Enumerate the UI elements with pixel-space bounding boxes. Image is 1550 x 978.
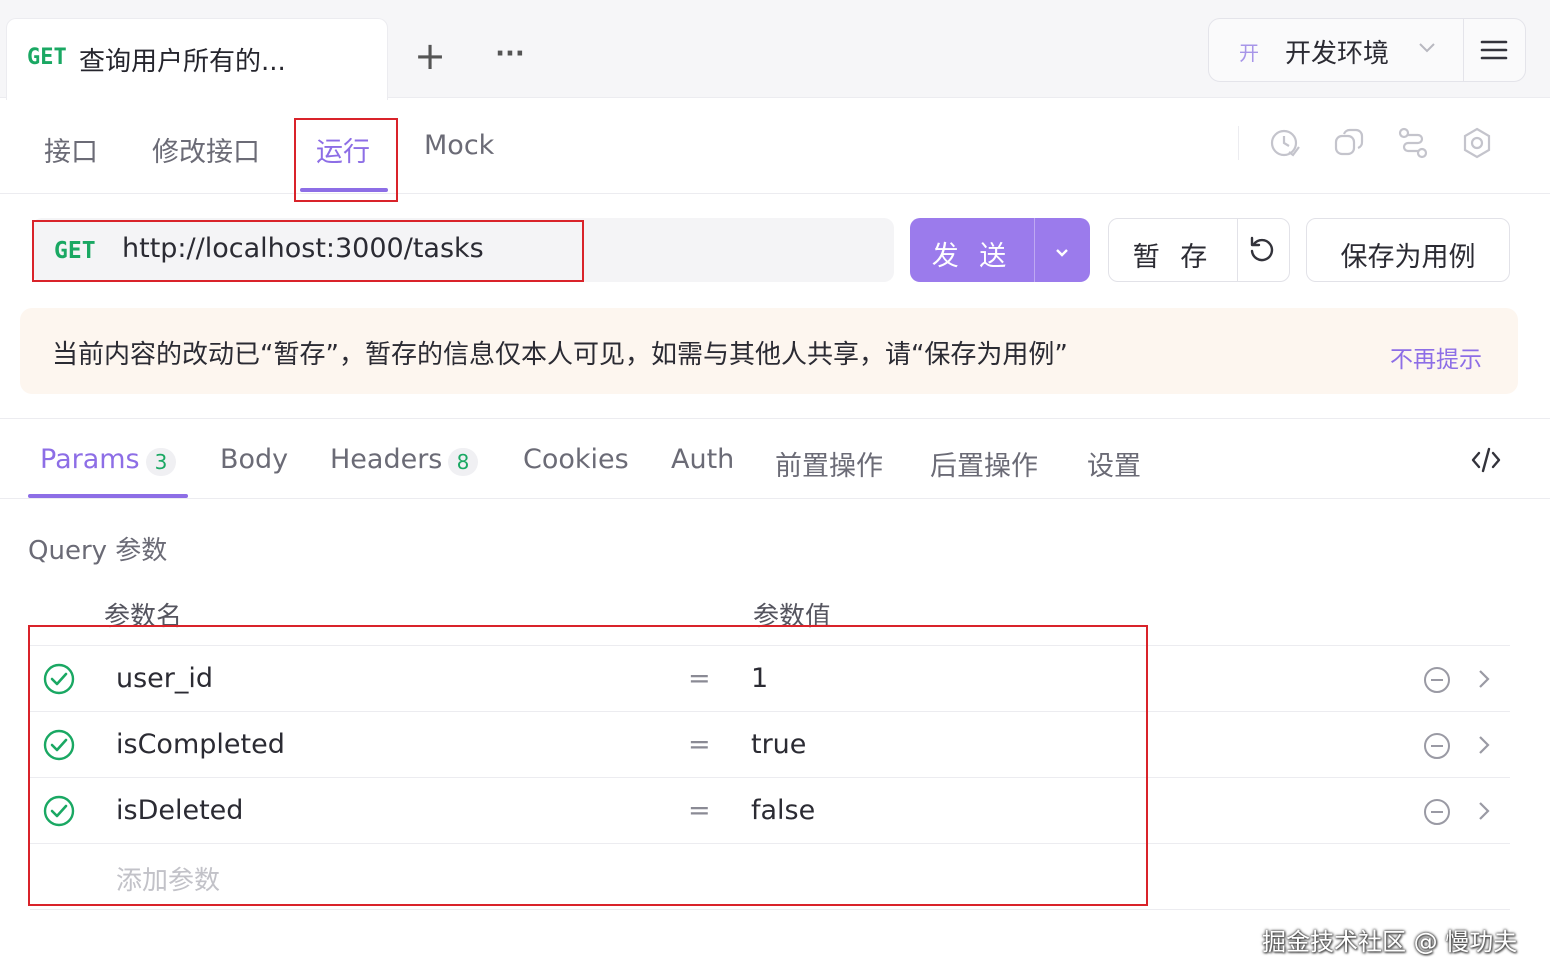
- minus-circle-icon[interactable]: [1423, 732, 1451, 760]
- column-header-value: 参数值: [753, 602, 832, 632]
- reload-icon[interactable]: [1247, 235, 1277, 265]
- save-as-case-label: 保存为用例: [1340, 242, 1476, 273]
- check-circle-icon[interactable]: [42, 794, 76, 828]
- tab-cookies[interactable]: Cookies: [523, 444, 629, 475]
- equals-sign: =: [688, 795, 711, 826]
- param-value[interactable]: 1: [751, 663, 768, 694]
- request-tab[interactable]: GET 查询用户所有的...: [6, 18, 388, 100]
- equals-sign: =: [688, 729, 711, 760]
- tab-body[interactable]: Body: [220, 444, 288, 475]
- url-input-bar[interactable]: GET http://localhost:3000/tasks: [32, 218, 894, 282]
- save-as-case-button[interactable]: 保存为用例: [1306, 218, 1510, 282]
- divider: [1463, 19, 1464, 81]
- tab-mock[interactable]: Mock: [424, 130, 494, 161]
- request-tab-method: GET: [27, 45, 67, 70]
- check-circle-icon[interactable]: [42, 662, 76, 696]
- tab-params[interactable]: Params: [40, 444, 140, 475]
- divider: [0, 498, 1550, 499]
- request-tab-bar: GET 查询用户所有的... + ··· 开 开发环境: [0, 0, 1550, 100]
- add-param-input[interactable]: 添加参数: [116, 860, 220, 897]
- param-name[interactable]: isDeleted: [116, 795, 243, 826]
- check-circle-icon[interactable]: [42, 728, 76, 762]
- equals-sign: =: [688, 663, 711, 694]
- tab-interface[interactable]: 接口: [44, 130, 98, 169]
- add-param-row: [30, 844, 1510, 910]
- chevron-down-icon: [1419, 43, 1435, 53]
- table-row: user_id = 1: [30, 646, 1510, 712]
- divider: [1237, 219, 1238, 281]
- headers-count-badge: 8: [448, 448, 478, 476]
- notice-message: 当前内容的改动已“暂存”，暂存的信息仅本人可见，如需与其他人共享，请“保存为用例…: [52, 340, 1068, 370]
- tab-pre-processors[interactable]: 前置操作: [775, 444, 883, 483]
- param-value[interactable]: true: [751, 729, 806, 760]
- param-name[interactable]: user_id: [116, 663, 213, 694]
- chevron-right-icon[interactable]: [1474, 798, 1494, 824]
- tab-edit-interface[interactable]: 修改接口: [152, 130, 260, 169]
- chevron-right-icon[interactable]: [1474, 666, 1494, 692]
- tab-headers[interactable]: Headers: [330, 444, 442, 475]
- divider: [1238, 126, 1239, 160]
- tab-post-processors[interactable]: 后置操作: [930, 444, 1038, 483]
- query-params-title: Query 参数: [28, 536, 168, 566]
- param-name[interactable]: isCompleted: [116, 729, 285, 760]
- column-header-name: 参数名: [104, 602, 183, 632]
- send-label: 发 送: [931, 241, 1013, 272]
- chevron-down-icon[interactable]: [1050, 240, 1074, 264]
- param-value[interactable]: false: [751, 795, 815, 826]
- divider: [0, 418, 1550, 419]
- hamburger-menu-icon[interactable]: [1479, 37, 1509, 63]
- clock-check-icon[interactable]: [1268, 126, 1302, 160]
- watermark: 掘金技术社区 @ 慢功夫: [1262, 928, 1518, 956]
- tab-settings[interactable]: 设置: [1087, 444, 1141, 483]
- request-tab-title: 查询用户所有的...: [79, 47, 286, 77]
- environment-name: 开发环境: [1285, 39, 1390, 69]
- code-icon[interactable]: [1470, 446, 1502, 474]
- stash-label: 暂 存: [1132, 242, 1214, 273]
- table-row: isCompleted = true: [30, 712, 1510, 778]
- active-tab-underline: [300, 188, 388, 192]
- plus-icon[interactable]: +: [410, 36, 450, 80]
- send-button[interactable]: 发 送: [910, 218, 1090, 282]
- tab-auth[interactable]: Auth: [671, 444, 734, 475]
- settings-icon[interactable]: [1460, 126, 1494, 160]
- table-row: isDeleted = false: [30, 778, 1510, 844]
- environment-badge: 开: [1239, 41, 1259, 65]
- stash-notice: 当前内容的改动已“暂存”，暂存的信息仅本人可见，如需与其他人共享，请“保存为用例…: [20, 308, 1518, 394]
- request-method[interactable]: GET: [54, 238, 96, 264]
- tab-run[interactable]: 运行: [316, 130, 370, 169]
- share-route-icon[interactable]: [1396, 126, 1430, 160]
- minus-circle-icon[interactable]: [1423, 798, 1451, 826]
- environment-selector[interactable]: 开 开发环境: [1208, 18, 1526, 82]
- stash-button[interactable]: 暂 存: [1108, 218, 1290, 282]
- url-input[interactable]: http://localhost:3000/tasks: [122, 233, 484, 264]
- params-count-badge: 3: [146, 448, 176, 476]
- minus-circle-icon[interactable]: [1423, 666, 1451, 694]
- copy-icon[interactable]: [1332, 126, 1366, 160]
- divider: [1034, 218, 1035, 282]
- more-icon[interactable]: ···: [490, 34, 530, 74]
- dismiss-notice-link[interactable]: 不再提示: [1390, 340, 1482, 374]
- chevron-right-icon[interactable]: [1474, 732, 1494, 758]
